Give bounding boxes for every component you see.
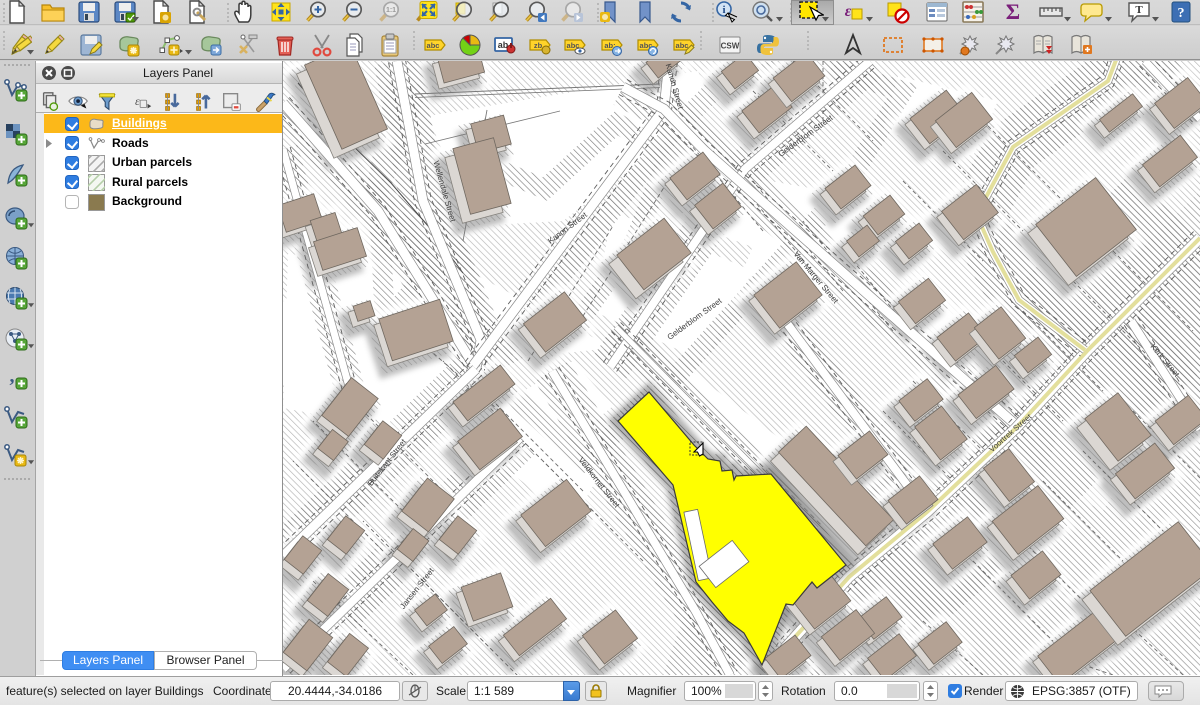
svg-text:1:1: 1:1 (386, 7, 396, 14)
svg-text:i: i (722, 4, 725, 16)
svg-text:zb: zb (534, 41, 543, 50)
svg-text:T: T (1135, 4, 1143, 16)
svg-text:,: , (10, 365, 15, 387)
svg-text:?: ? (1178, 6, 1185, 21)
svg-text:ε: ε (845, 3, 852, 20)
svg-text:ε: ε (135, 94, 140, 108)
svg-text:abc: abc (427, 41, 440, 50)
svg-text:abc: abc (676, 41, 689, 50)
svg-text:CSW: CSW (721, 42, 740, 51)
svg-text:Σ: Σ (1006, 0, 1020, 24)
